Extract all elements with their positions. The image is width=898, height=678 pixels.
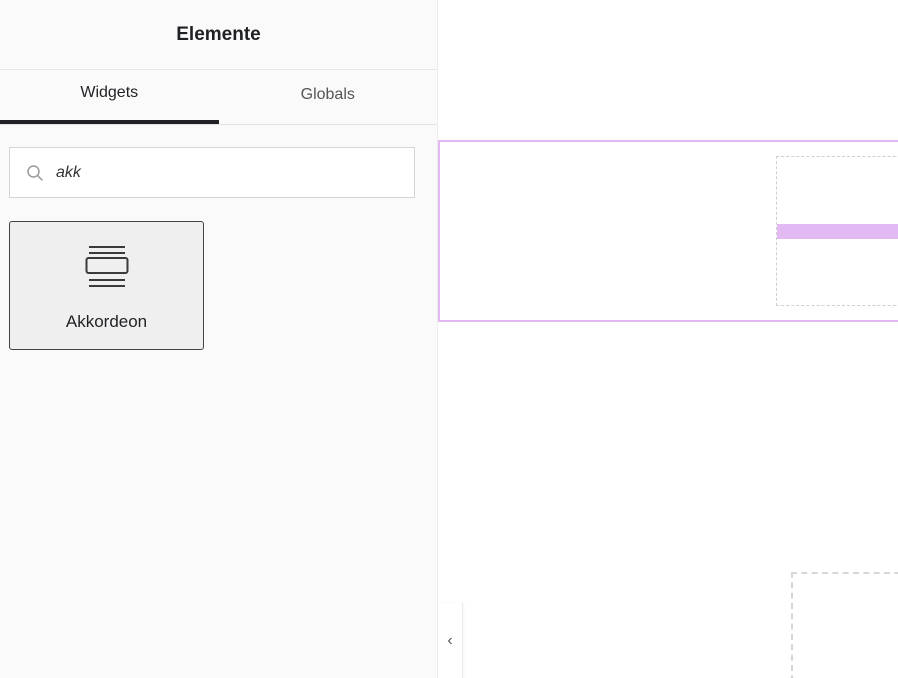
collapse-panel-button[interactable]: ‹ bbox=[438, 603, 463, 678]
widget-accordion[interactable]: Akkordeon bbox=[9, 221, 204, 350]
elements-panel: Elemente Widgets Globals akk Akkordeon bbox=[0, 0, 438, 678]
panel-tabs: Widgets Globals bbox=[0, 70, 437, 125]
accordion-icon bbox=[85, 244, 129, 290]
editor-canvas bbox=[438, 0, 898, 678]
drop-indicator bbox=[777, 224, 898, 239]
search-input[interactable] bbox=[54, 162, 398, 183]
search-icon bbox=[26, 164, 44, 182]
widget-label: Akkordeon bbox=[65, 312, 148, 331]
editor-app: Elemente Widgets Globals akk Akkordeon ‹ bbox=[0, 0, 898, 678]
tab-globals[interactable]: Globals bbox=[219, 70, 438, 124]
empty-section-placeholder[interactable] bbox=[791, 572, 898, 678]
tab-widgets[interactable]: Widgets bbox=[0, 70, 219, 124]
panel-title: Elemente bbox=[0, 0, 437, 70]
search-box[interactable] bbox=[9, 147, 415, 198]
chevron-left-icon: ‹ bbox=[447, 631, 453, 649]
